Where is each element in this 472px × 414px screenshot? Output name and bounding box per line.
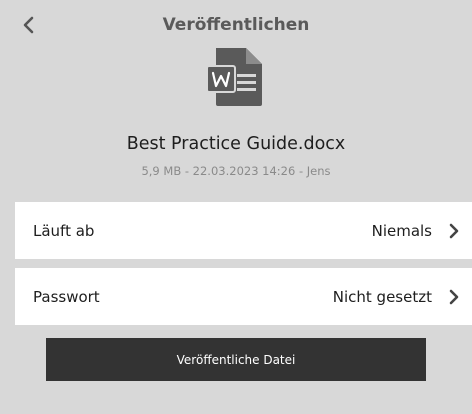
publish-file-button[interactable]: Veröffentliche Datei — [46, 338, 426, 381]
expires-row[interactable]: Läuft ab Niemals — [15, 202, 472, 259]
file-name: Best Practice Guide.docx — [126, 134, 346, 154]
password-label: Passwort — [33, 287, 100, 306]
page-title: Veröffentlichen — [162, 15, 310, 35]
file-meta: 5,9 MB - 22.03.2023 14:26 - Jens — [141, 164, 331, 178]
expires-label: Läuft ab — [33, 221, 95, 240]
expires-value: Niemals — [371, 221, 432, 240]
word-document-icon — [206, 46, 264, 108]
password-row[interactable]: Passwort Nicht gesetzt — [15, 268, 472, 325]
chevron-right-icon — [449, 223, 459, 238]
chevron-right-icon — [449, 289, 459, 304]
password-value: Nicht gesetzt — [332, 287, 432, 306]
